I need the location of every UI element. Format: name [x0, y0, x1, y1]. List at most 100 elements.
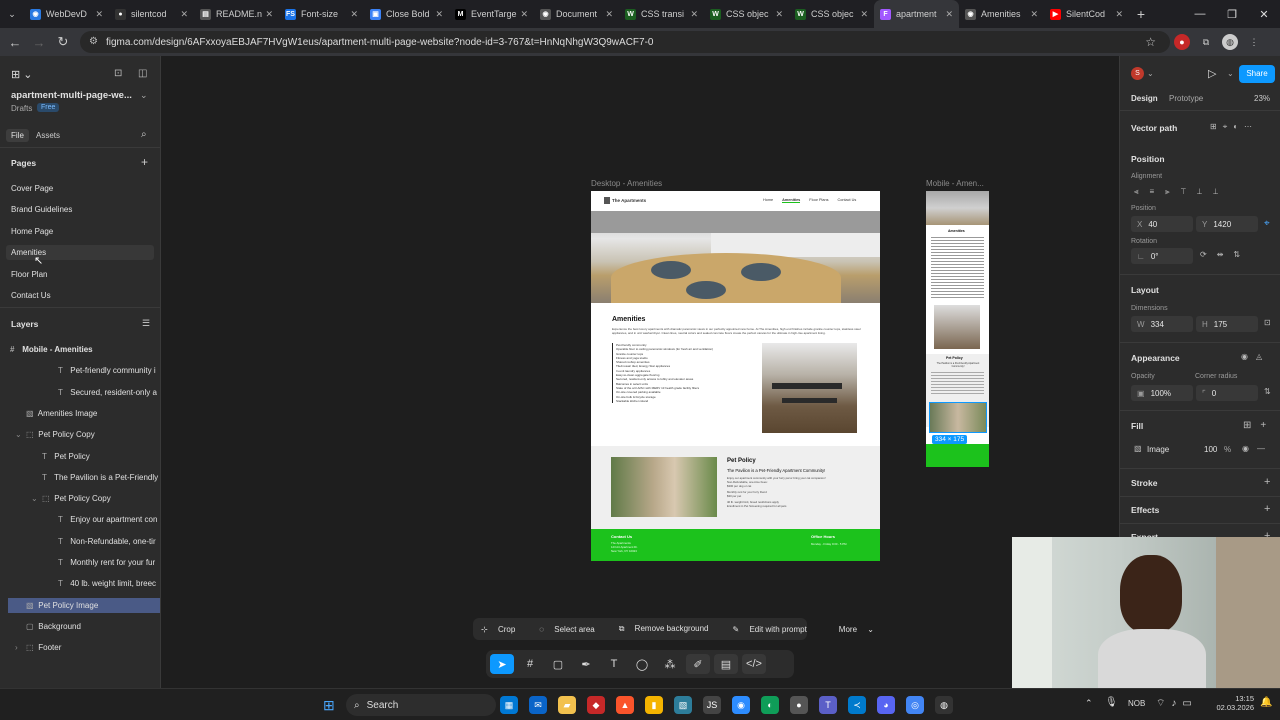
outlook-icon[interactable]: ✉ — [529, 696, 547, 714]
tab-design[interactable]: Design — [1131, 94, 1158, 103]
tab-close-icon[interactable]: ✕ — [435, 9, 443, 20]
zoom-icon[interactable]: ◉ — [732, 696, 750, 714]
layer-caret-icon[interactable]: ⌄ — [15, 427, 26, 442]
browser-tab[interactable]: ● silentcod ✕ — [109, 0, 194, 28]
edit-with-prompt-button[interactable]: ✎ Edit with prompt — [725, 625, 823, 634]
tab-close-icon[interactable]: ✕ — [265, 9, 273, 20]
tab-prototype[interactable]: Prototype — [1169, 94, 1203, 103]
x-position-field[interactable]: X 40 — [1131, 216, 1193, 232]
layer-row[interactable]: ▢ Background — [0, 619, 160, 634]
height-field[interactable]: H 175 — [1196, 316, 1258, 332]
tab-assets[interactable]: Assets — [36, 131, 60, 140]
add-page-icon[interactable]: + — [141, 155, 148, 169]
browser-tab[interactable]: ▣ Close Bold ✕ — [364, 0, 449, 28]
frame-tool-icon[interactable]: # — [518, 654, 542, 674]
resize-icon[interactable]: ⊡ — [1264, 318, 1271, 327]
tab-close-icon[interactable]: ✕ — [945, 9, 953, 20]
pen-tool-icon[interactable]: ✒ — [574, 654, 598, 674]
tab-close-icon[interactable]: ✕ — [350, 9, 358, 20]
select-area-button[interactable]: ◌ Select area — [531, 625, 610, 634]
fill-type[interactable]: Image — [1147, 445, 1169, 454]
layer-row[interactable]: T Secured, resident-only a — [0, 385, 160, 400]
layer-row[interactable]: T Enjoy our apartment con — [0, 512, 160, 527]
y-position-field[interactable]: Y 1420 — [1196, 216, 1258, 232]
brave-icon[interactable]: ▲ — [616, 696, 634, 714]
figma-menu-icon[interactable]: ⊞ ⌄ — [11, 68, 33, 81]
tab-close-icon[interactable]: ✕ — [1115, 9, 1123, 20]
rotation-field[interactable]: ∟ 0° — [1131, 248, 1193, 264]
layer-row[interactable]: T The Pavilion is a Pet-Friendly — [0, 470, 160, 485]
present-chevron-icon[interactable]: ⌄ — [1227, 69, 1234, 78]
actions-tool-icon[interactable]: ⁂ — [658, 654, 682, 674]
page-item[interactable]: Home Page — [6, 224, 154, 239]
extensions-puzzle-icon[interactable]: ⧉ — [1198, 34, 1214, 50]
github-icon[interactable]: ● — [790, 696, 808, 714]
profile-avatar-icon[interactable]: ◍ — [1222, 34, 1238, 50]
layer-row[interactable]: ⌄ ⬚ Pet Policy Copy — [0, 491, 160, 506]
browser-tab[interactable]: FS Font-size ✕ — [279, 0, 364, 28]
width-field[interactable]: W 334 — [1131, 316, 1193, 332]
browser-tab[interactable]: ◉ Amenities ✕ — [959, 0, 1044, 28]
fill-visibility-icons[interactable]: ◉— — [1242, 444, 1273, 453]
close-window-icon[interactable]: ✕ — [1248, 8, 1280, 21]
layer-row[interactable]: ▧ Amenities Image — [0, 406, 160, 421]
add-effect-icon[interactable]: + — [1264, 503, 1270, 515]
layer-row[interactable]: ▧ Pet Policy Image — [8, 597, 160, 613]
selected-pet-policy-image[interactable] — [929, 402, 987, 433]
tab-close-icon[interactable]: ✕ — [95, 9, 103, 20]
present-play-icon[interactable]: ▷ — [1208, 67, 1216, 80]
browser-tab[interactable]: Fapartment ✕ — [874, 0, 959, 28]
layer-row[interactable]: T 40 lb. weight limit, breec — [0, 576, 160, 591]
fill-actions-icons[interactable]: ⊞+ — [1243, 420, 1275, 431]
zoom-level[interactable]: 23% — [1254, 94, 1270, 103]
edge-icon[interactable]: ◐ — [761, 696, 779, 714]
comment-tool-icon[interactable]: ◯ — [630, 654, 654, 674]
teams-icon[interactable]: T — [819, 696, 837, 714]
browser-tab[interactable]: ▤ README.n ✕ — [194, 0, 279, 28]
tab-close-icon[interactable]: ✕ — [860, 9, 868, 20]
mobile-amenities-frame[interactable]: Amenities Pet Policy The Pavilion is a P… — [926, 191, 989, 467]
share-button[interactable]: Share — [1239, 65, 1275, 83]
rectangle-tool-icon[interactable]: ▢ — [546, 654, 570, 674]
store-icon[interactable]: ▦ — [500, 696, 518, 714]
add-stroke-icon[interactable]: + — [1264, 476, 1270, 488]
network-sound-battery-icons[interactable]: ⌔♪▭ — [1156, 697, 1198, 710]
browser-tab[interactable]: W CSS transi ✕ — [619, 0, 704, 28]
flip-icons[interactable]: ⟳⇹⇅ — [1200, 250, 1250, 259]
microphone-icon[interactable]: 🎙 — [1105, 697, 1118, 708]
remove-background-button[interactable]: ⧉ Remove background — [611, 624, 725, 634]
new-tab-button[interactable]: + — [1129, 6, 1153, 22]
draw-mode-icon[interactable]: ✐ — [686, 654, 710, 674]
ai-icon[interactable]: ⊡ — [114, 68, 122, 79]
tab-close-icon[interactable]: ✕ — [690, 9, 698, 20]
url-field[interactable]: ⚙ figma.com/design/6AFxxoyaEBJAF7HVgW1eu… — [80, 31, 1170, 53]
forward-icon[interactable]: → — [27, 35, 51, 50]
crop-button[interactable]: ⊹ Crop — [473, 625, 531, 634]
restore-icon[interactable]: ❐ — [1216, 8, 1248, 21]
constraints-icon[interactable]: ⌖ — [1264, 218, 1270, 229]
notes-icon[interactable]: ▮ — [645, 696, 663, 714]
page-item[interactable]: Amenities — [6, 245, 154, 261]
tab-search-icon[interactable]: ⌄ — [0, 9, 24, 20]
layer-row[interactable]: T Pet Policy — [0, 449, 160, 464]
avatar-chevron-icon[interactable]: ⌄ — [1147, 69, 1154, 78]
opacity-field[interactable]: ▣ 100% — [1131, 385, 1193, 401]
bookmark-star-icon[interactable]: ☆ — [1145, 35, 1156, 49]
corner-radius-field[interactable]: ⌜ 0 — [1196, 385, 1258, 401]
vscode-icon[interactable]: ≺ — [848, 696, 866, 714]
obs-icon[interactable]: ◍ — [935, 696, 953, 714]
desktop-frame-label[interactable]: Desktop - Amenities — [591, 179, 662, 188]
text-tool-icon[interactable]: T — [602, 654, 626, 674]
fill-opacity[interactable]: 100 — [1204, 445, 1217, 454]
taskbar-search[interactable]: ⌕ Search — [346, 694, 496, 716]
search-icon[interactable]: ⌕ — [141, 129, 147, 140]
layer-caret-icon[interactable]: › — [15, 640, 26, 655]
extension-icon[interactable]: ● — [1174, 34, 1190, 50]
layer-row[interactable]: T Pet-friendly community i — [0, 363, 160, 378]
layer-row[interactable]: T Non-Refundable, one-tir — [0, 534, 160, 549]
selection-actions-icons[interactable]: ⊞⌖◐⋯ — [1210, 122, 1258, 132]
reload-icon[interactable]: ↻ — [51, 34, 75, 50]
tray-chevron-icon[interactable]: ⌃ — [1085, 698, 1093, 709]
page-item[interactable]: Floor Plan — [6, 267, 154, 282]
photos-icon[interactable]: ▧ — [674, 696, 692, 714]
